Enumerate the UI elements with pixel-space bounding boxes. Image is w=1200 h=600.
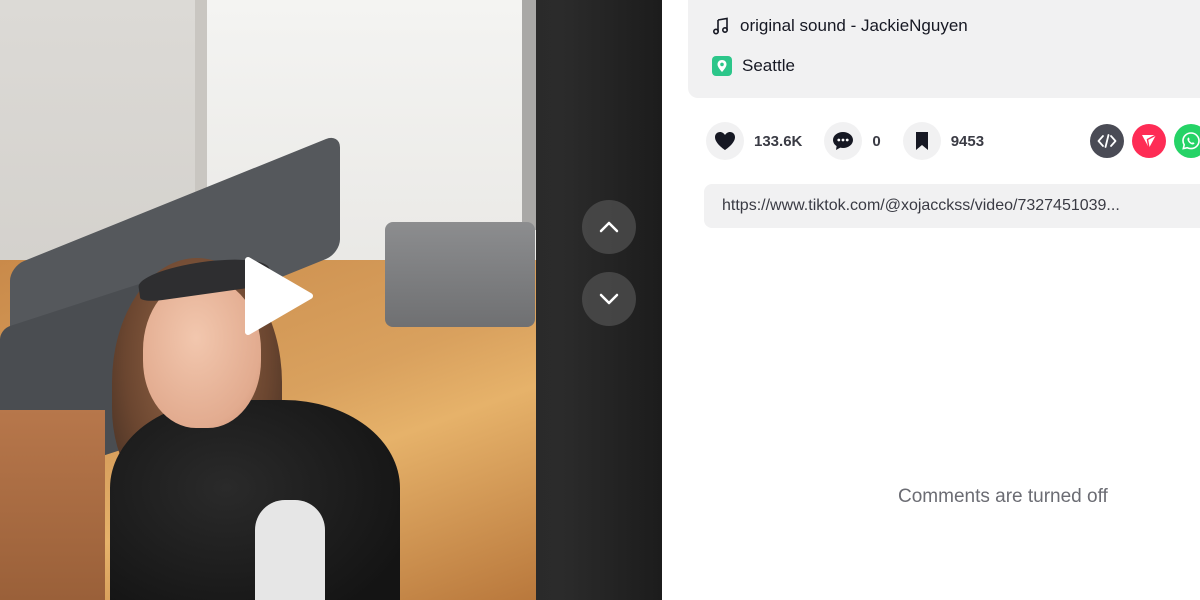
next-video-button[interactable] — [582, 272, 636, 326]
video-frame[interactable] — [0, 0, 536, 600]
comments-disabled-message: Comments are turned off — [898, 486, 1108, 507]
video-link-field[interactable]: https://www.tiktok.com/@xojacckss/video/… — [704, 184, 1200, 228]
video-scene-ottoman — [385, 222, 535, 327]
sound-name: original sound - JackieNguyen — [740, 16, 968, 35]
like-count: 133.6K — [754, 132, 803, 150]
music-note-icon — [712, 17, 729, 35]
chevron-up-icon — [599, 221, 619, 233]
like-button[interactable]: 133.6K — [706, 122, 802, 160]
bookmark-icon[interactable] — [902, 122, 941, 160]
video-scene-person-scarf — [255, 500, 325, 600]
video-player[interactable] — [0, 0, 662, 600]
send-icon[interactable] — [1132, 124, 1166, 158]
location-name: Seattle — [742, 56, 795, 75]
comment-count: 0 — [872, 132, 881, 150]
chevron-down-icon — [599, 293, 619, 305]
video-scene-edge — [522, 0, 536, 230]
video-url[interactable]: https://www.tiktok.com/@xojacckss/video/… — [722, 197, 1120, 215]
engagement-bar: 133.6K 0 9453 — [706, 122, 1006, 160]
comment-icon[interactable] — [824, 122, 863, 160]
location-link[interactable]: Seattle — [712, 56, 795, 76]
video-info-card — [688, 0, 1200, 98]
comment-button[interactable]: 0 — [824, 122, 881, 160]
save-button[interactable]: 9453 — [902, 122, 985, 160]
heart-icon[interactable] — [706, 122, 744, 160]
previous-video-button[interactable] — [582, 200, 636, 254]
save-count: 9453 — [950, 132, 985, 150]
share-buttons — [1090, 124, 1200, 158]
video-scene-boxes — [0, 410, 105, 600]
play-icon[interactable] — [238, 256, 318, 336]
location-pin-icon — [712, 56, 732, 76]
whatsapp-icon[interactable] — [1174, 124, 1200, 158]
embed-code-icon[interactable] — [1090, 124, 1124, 158]
sound-link[interactable]: original sound - JackieNguyen — [712, 16, 968, 36]
